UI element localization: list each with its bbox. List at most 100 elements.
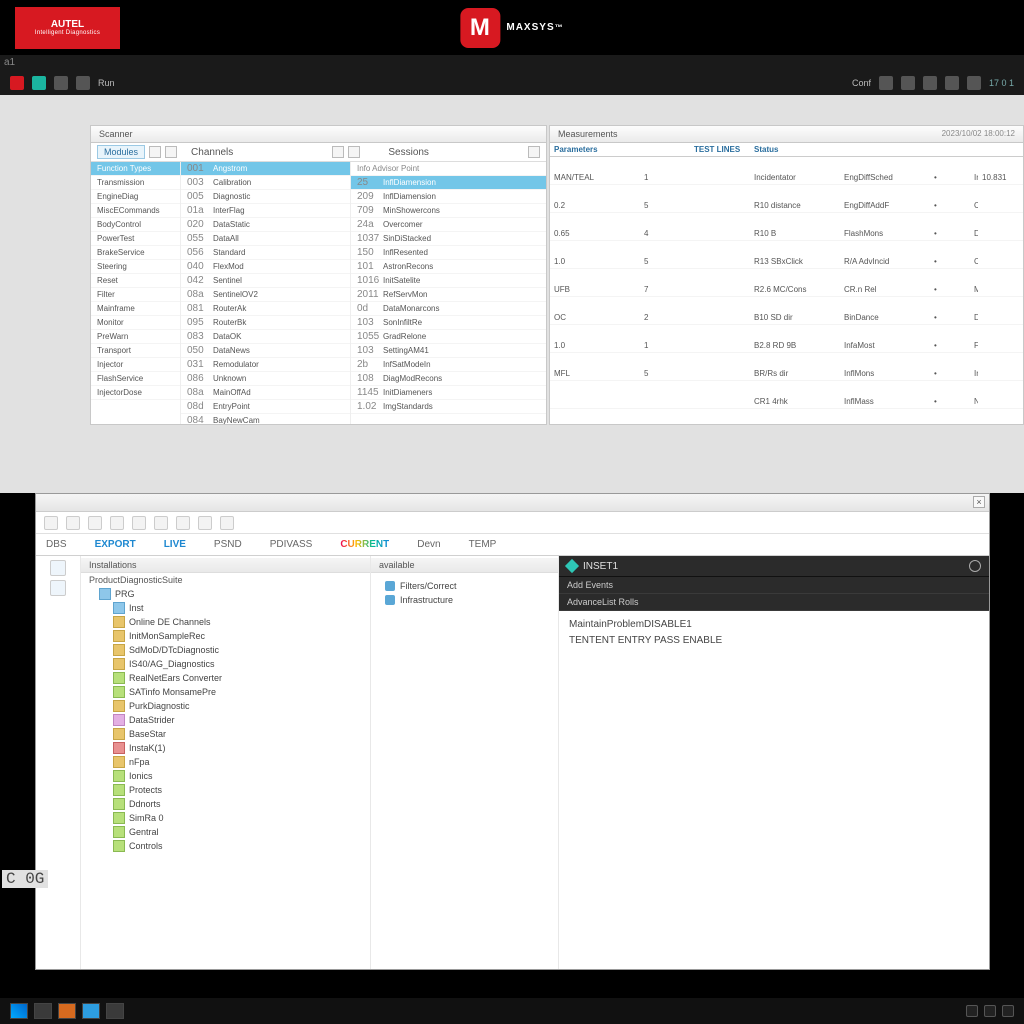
channel-row[interactable]: 083DataOK (181, 330, 350, 344)
grid-header[interactable]: Parameters (550, 143, 640, 157)
col-header-sessions[interactable]: Sessions (388, 147, 429, 158)
module-row[interactable]: Monitor (91, 316, 180, 330)
tree-item[interactable]: Ionics (99, 769, 370, 783)
channel-row[interactable]: 003Calibration (181, 176, 350, 190)
copy-icon[interactable] (110, 516, 124, 530)
ide-tab[interactable]: CURRENT (340, 539, 389, 550)
grid-header[interactable]: TEST LINES (690, 143, 750, 157)
tree-root-label[interactable]: ProductDiagnosticSuite (81, 573, 370, 587)
redo-icon[interactable] (176, 516, 190, 530)
col-header-modules[interactable]: Modules (97, 145, 145, 159)
module-row[interactable]: Filter (91, 288, 180, 302)
expand-icon[interactable] (528, 146, 540, 158)
module-row[interactable]: Reset (91, 274, 180, 288)
details-sub1[interactable]: Add Events (559, 577, 989, 594)
module-row[interactable]: BodyControl (91, 218, 180, 232)
save-icon[interactable] (198, 516, 212, 530)
app4-icon[interactable] (106, 1003, 124, 1019)
channel-row[interactable]: 01aInterFlag (181, 204, 350, 218)
channel-row[interactable]: 08aMainOffAd (181, 386, 350, 400)
conf-menu[interactable]: Conf (852, 78, 871, 88)
tree-item[interactable]: Ddnorts (99, 797, 370, 811)
module-row[interactable]: Transmission (91, 176, 180, 190)
start-button[interactable] (10, 1003, 28, 1019)
tree-root[interactable]: PRG (99, 587, 370, 601)
grid-header[interactable] (840, 143, 930, 157)
channel-row[interactable]: 031Remodulator (181, 358, 350, 372)
tree-item[interactable]: SdMoD/DTcDiagnostic (99, 643, 370, 657)
channel-row[interactable]: 081RouterAk (181, 302, 350, 316)
filter-icon[interactable] (165, 146, 177, 158)
tree-item[interactable]: RealNetEars Converter (99, 671, 370, 685)
scanner-tab[interactable]: Scanner (91, 126, 546, 143)
session-row[interactable]: 103SettingAM41 (351, 344, 546, 358)
tree-item[interactable]: SATinfo MonsamePre (99, 685, 370, 699)
channel-row[interactable]: 042Sentinel (181, 274, 350, 288)
channel-row[interactable]: 050DataNews (181, 344, 350, 358)
db-icon[interactable] (50, 580, 66, 596)
undo-icon[interactable] (154, 516, 168, 530)
tree-item[interactable]: Inst (99, 601, 370, 615)
tray-icon3[interactable] (1002, 1005, 1014, 1017)
channel-row[interactable]: 020DataStatic (181, 218, 350, 232)
app-icon[interactable] (10, 76, 24, 90)
ide-tab[interactable]: LIVE (164, 539, 186, 550)
channel-row[interactable]: 005Diagnostic (181, 190, 350, 204)
tree-item[interactable]: Gentral (99, 825, 370, 839)
session-row[interactable]: 2011RefServMon (351, 288, 546, 302)
tree-item[interactable]: PurkDiagnostic (99, 699, 370, 713)
channel-row[interactable]: 040FlexMod (181, 260, 350, 274)
tree-item[interactable]: SimRa 0 (99, 811, 370, 825)
session-row[interactable]: 25InflDiamension (351, 176, 546, 190)
tree-item[interactable]: InitMonSampleRec (99, 629, 370, 643)
doc-icon[interactable] (54, 76, 68, 90)
app3-icon[interactable] (82, 1003, 100, 1019)
fwd-icon[interactable] (88, 516, 102, 530)
tray-icon2[interactable] (984, 1005, 996, 1017)
module-row[interactable]: Mainframe (91, 302, 180, 316)
session-row[interactable]: 0dDataMonarcons (351, 302, 546, 316)
settings-icon[interactable] (945, 76, 959, 90)
ide-tab[interactable]: TEMP (469, 539, 497, 550)
tree-item[interactable]: BaseStar (99, 727, 370, 741)
globe-icon[interactable] (879, 76, 893, 90)
session-row[interactable]: 103SonInfiltRe (351, 316, 546, 330)
module-row[interactable]: MiscECommands (91, 204, 180, 218)
channel-row[interactable]: 095RouterBk (181, 316, 350, 330)
tree-item[interactable]: Online DE Channels (99, 615, 370, 629)
category-item[interactable]: Infrastructure (385, 593, 544, 607)
session-row[interactable]: 1.02ImgStandards (351, 400, 546, 414)
col-header-channels[interactable]: Channels (191, 147, 233, 158)
tree-item[interactable]: Controls (99, 839, 370, 853)
edit-icon[interactable] (332, 146, 344, 158)
tree-item[interactable]: DataStrider (99, 713, 370, 727)
tree-item[interactable]: IS40/AG_Diagnostics (99, 657, 370, 671)
run-menu[interactable]: Run (98, 78, 115, 88)
grid-header[interactable] (970, 143, 978, 157)
session-row[interactable]: 24aOvercomer (351, 218, 546, 232)
refresh-icon[interactable] (901, 76, 915, 90)
server-icon[interactable] (50, 560, 66, 576)
session-row[interactable]: 1016InitSatelite (351, 274, 546, 288)
module-row[interactable]: InjectorDose (91, 386, 180, 400)
module-row[interactable]: FlashService (91, 372, 180, 386)
module-row[interactable]: Injector (91, 358, 180, 372)
details-sub2[interactable]: AdvanceList Rolls (559, 594, 989, 611)
close-icon[interactable]: × (973, 496, 985, 508)
channel-row[interactable]: 086Unknown (181, 372, 350, 386)
ide-tab[interactable]: PDIVASS (270, 539, 313, 550)
options-icon[interactable] (969, 560, 981, 572)
channel-row[interactable]: 056Standard (181, 246, 350, 260)
channel-row[interactable]: 084BayNewCam (181, 414, 350, 424)
explorer-icon[interactable] (34, 1003, 52, 1019)
sort-icon[interactable] (149, 146, 161, 158)
eye-icon[interactable] (923, 76, 937, 90)
session-row[interactable]: 709MinShowercons (351, 204, 546, 218)
grid-header[interactable] (978, 143, 1023, 157)
session-row[interactable]: 2bInfSatModeIn (351, 358, 546, 372)
ide-tab[interactable]: EXPORT (95, 539, 136, 550)
search-icon[interactable] (348, 146, 360, 158)
tray-icon1[interactable] (966, 1005, 978, 1017)
module-row[interactable]: Steering (91, 260, 180, 274)
link-icon[interactable] (76, 76, 90, 90)
